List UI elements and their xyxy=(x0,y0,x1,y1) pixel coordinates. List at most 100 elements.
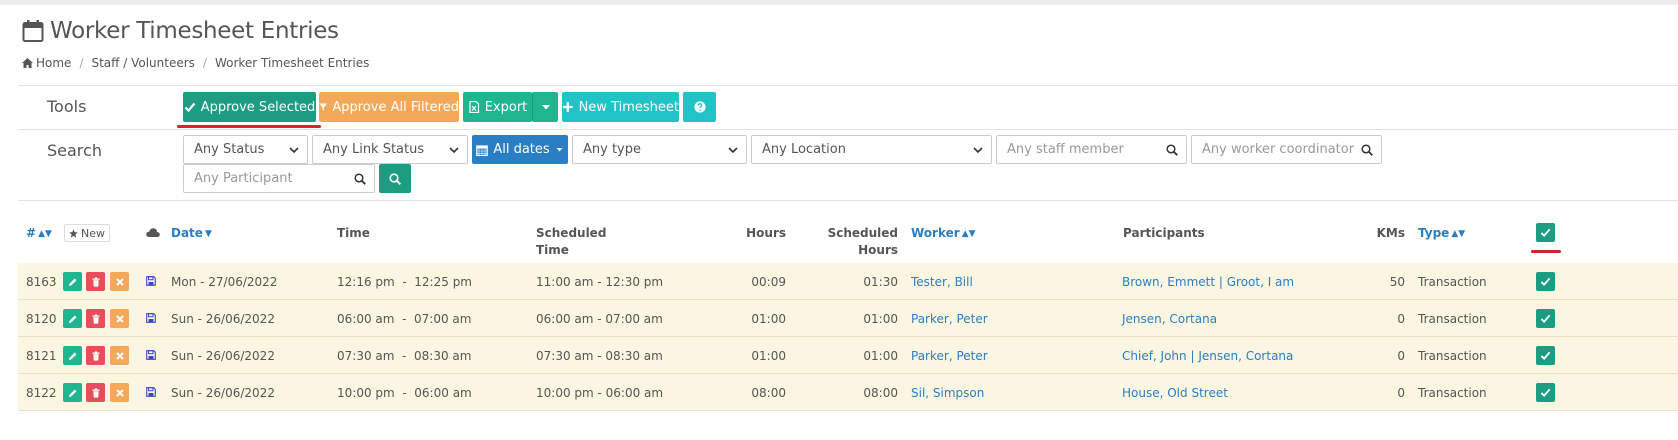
edit-button[interactable] xyxy=(63,346,82,365)
row-scheduled-time: 06:00 am - 07:00 am xyxy=(536,311,663,326)
row-hours: 01:00 xyxy=(751,311,786,326)
status-select[interactable]: Any Status xyxy=(183,135,308,164)
export-dropdown-toggle[interactable] xyxy=(532,92,558,122)
row-type: Transaction xyxy=(1418,348,1487,363)
row-time: 07:30 am - 08:30 am xyxy=(337,348,472,363)
row-time: 06:00 am - 07:00 am xyxy=(337,311,472,326)
table-row: 8163 Mon - 27/06/2022 12:16 pm - 12:25 p… xyxy=(18,263,1678,300)
link-status-select[interactable]: Any Link Status xyxy=(312,135,468,164)
type-select[interactable]: Any type xyxy=(572,135,747,164)
approve-selected-button[interactable]: Approve Selected xyxy=(183,92,316,122)
search-icon[interactable] xyxy=(1361,144,1373,156)
row-scheduled-hours: 01:00 xyxy=(863,348,898,363)
staff-member-input[interactable]: Any staff member xyxy=(996,135,1187,164)
column-header-type[interactable]: Type ▲▼ xyxy=(1418,225,1465,243)
row-hours: 00:09 xyxy=(751,274,786,289)
question-circle-icon xyxy=(693,101,706,113)
search-icon[interactable] xyxy=(354,173,366,185)
page-header: Worker Timesheet Entries Home / Staff / … xyxy=(22,18,369,70)
check-icon xyxy=(1540,388,1551,398)
table-row: 8122 Sun - 26/06/2022 10:00 pm - 06:00 a… xyxy=(18,374,1678,411)
new-filter-badge[interactable]: New xyxy=(64,224,110,242)
chevron-down-icon xyxy=(728,147,738,154)
column-header-worker[interactable]: Worker ▲▼ xyxy=(911,225,976,243)
plus-icon xyxy=(562,102,573,112)
check-icon xyxy=(184,102,196,113)
row-type: Transaction xyxy=(1418,311,1487,326)
date-range-button[interactable]: All dates xyxy=(472,135,568,164)
location-select[interactable]: Any Location xyxy=(751,135,992,164)
edit-button[interactable] xyxy=(63,272,82,291)
row-checkbox[interactable] xyxy=(1536,309,1555,328)
approve-all-filtered-button[interactable]: Approve All Filtered xyxy=(319,92,459,122)
help-button[interactable] xyxy=(683,92,716,122)
sort-icon: ▲▼ xyxy=(1451,229,1466,239)
save-icon[interactable] xyxy=(146,387,156,397)
delete-button[interactable] xyxy=(86,272,105,291)
star-icon xyxy=(69,228,78,238)
row-type: Transaction xyxy=(1418,274,1487,289)
row-participants-link[interactable]: Jensen, Cortana xyxy=(1122,300,1217,337)
home-icon xyxy=(22,58,33,68)
tools-label: Tools xyxy=(47,97,87,116)
save-icon[interactable] xyxy=(146,276,156,286)
breadcrumb-staff-volunteers[interactable]: Staff / Volunteers xyxy=(91,56,194,70)
search-icon[interactable] xyxy=(1166,144,1178,156)
new-timesheet-button[interactable]: New Timesheet xyxy=(562,92,679,122)
row-scheduled-hours: 01:30 xyxy=(863,274,898,289)
row-checkbox[interactable] xyxy=(1536,272,1555,291)
check-icon xyxy=(1540,314,1551,324)
export-button[interactable]: Export xyxy=(463,92,532,122)
column-header-id[interactable]: # ▲▼ xyxy=(26,225,52,243)
reject-button[interactable] xyxy=(110,383,129,402)
edit-button[interactable] xyxy=(63,383,82,402)
reject-button[interactable] xyxy=(110,346,129,365)
caret-down-icon xyxy=(541,105,550,110)
save-icon[interactable] xyxy=(146,350,156,360)
row-kms: 0 xyxy=(1397,348,1405,363)
row-kms: 50 xyxy=(1389,274,1405,289)
row-checkbox[interactable] xyxy=(1536,383,1555,402)
delete-button[interactable] xyxy=(86,383,105,402)
chevron-down-icon xyxy=(449,147,459,154)
breadcrumb-separator: / xyxy=(202,56,207,70)
page-title: Worker Timesheet Entries xyxy=(22,18,369,44)
divider xyxy=(18,129,1678,130)
row-hours: 01:00 xyxy=(751,348,786,363)
page-title-text: Worker Timesheet Entries xyxy=(50,18,339,44)
row-kms: 0 xyxy=(1397,385,1405,400)
column-header-scheduled-time: Scheduled Time xyxy=(536,226,607,257)
search-button[interactable] xyxy=(379,164,411,193)
table-row: 8121 Sun - 26/06/2022 07:30 am - 08:30 a… xyxy=(18,337,1678,374)
trash-icon xyxy=(92,313,99,324)
row-scheduled-time: 11:00 am - 12:30 pm xyxy=(536,274,664,289)
row-worker-link[interactable]: Parker, Peter xyxy=(911,300,988,337)
delete-button[interactable] xyxy=(86,309,105,328)
row-participants-link[interactable]: House, Old Street xyxy=(1122,374,1228,411)
row-type: Transaction xyxy=(1418,385,1487,400)
row-worker-link[interactable]: Parker, Peter xyxy=(911,337,988,374)
row-participants-link[interactable]: Brown, Emmett | Groot, I am xyxy=(1122,263,1294,300)
row-worker-link[interactable]: Tester, Bill xyxy=(911,263,973,300)
divider xyxy=(18,200,1678,201)
close-icon xyxy=(115,351,124,360)
pencil-icon xyxy=(68,315,76,323)
worker-coordinator-input[interactable]: Any worker coordinator xyxy=(1191,135,1382,164)
participant-input[interactable]: Any Participant xyxy=(183,164,375,193)
row-checkbox[interactable] xyxy=(1536,346,1555,365)
row-date: Sun - 26/06/2022 xyxy=(171,311,275,326)
chevron-down-icon xyxy=(289,147,299,154)
trash-icon xyxy=(92,387,99,398)
column-header-date[interactable]: Date ▼ xyxy=(171,225,212,243)
delete-button[interactable] xyxy=(86,346,105,365)
row-participants-link[interactable]: Chief, John | Jensen, Cortana xyxy=(1122,337,1293,374)
row-scheduled-hours: 01:00 xyxy=(863,311,898,326)
edit-button[interactable] xyxy=(63,309,82,328)
row-worker-link[interactable]: Sil, Simpson xyxy=(911,374,984,411)
file-excel-icon xyxy=(469,101,479,113)
reject-button[interactable] xyxy=(110,309,129,328)
reject-button[interactable] xyxy=(110,272,129,291)
select-all-checkbox[interactable] xyxy=(1536,223,1555,242)
breadcrumb-home[interactable]: Home xyxy=(22,56,71,70)
save-icon[interactable] xyxy=(146,313,156,323)
